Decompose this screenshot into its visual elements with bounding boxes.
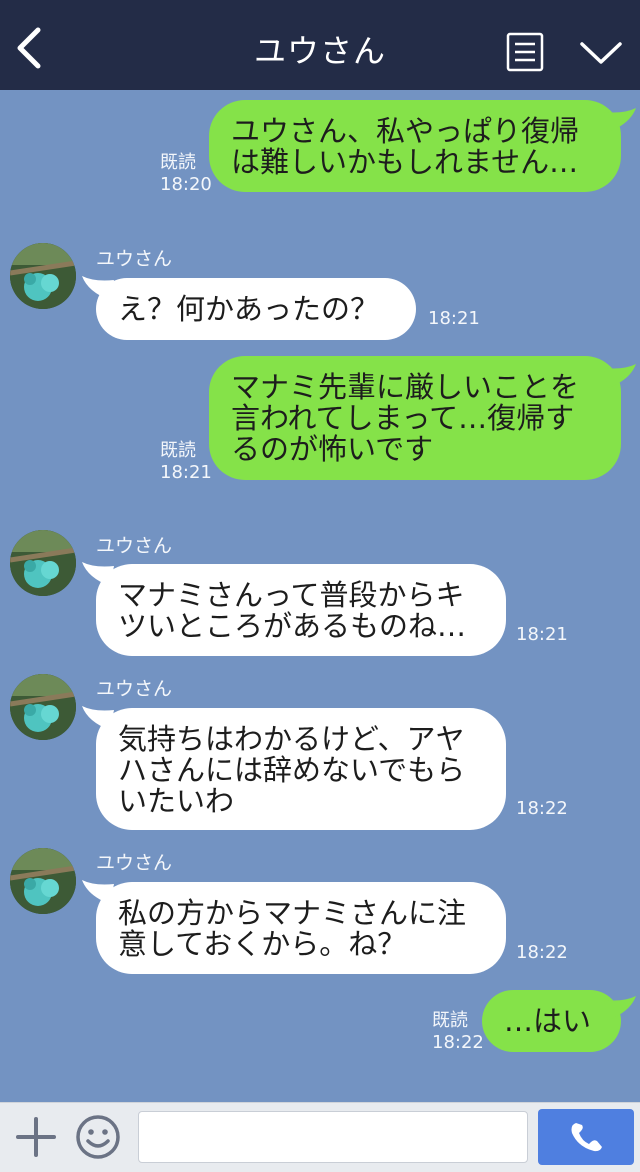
read-label: 既読	[160, 152, 196, 173]
message-text-line: ハさんには辞めないでもら	[118, 753, 466, 787]
outgoing-message-bubble[interactable]: …はい	[482, 990, 621, 1052]
sender-name: ユウさん	[96, 678, 173, 700]
read-label: 既読	[160, 440, 196, 461]
read-receipt: 既読 18:22	[432, 1010, 484, 1054]
message-text-line: ツいところがあるものね…	[118, 609, 467, 643]
message-text-line: 意しておくから。ね？	[118, 927, 407, 961]
message-time: 18:22	[516, 798, 568, 819]
chat-header: ユウさん	[0, 0, 640, 90]
read-receipt: 既読 18:21	[160, 440, 212, 484]
sender-name: ユウさん	[96, 535, 173, 557]
avatar[interactable]	[10, 243, 76, 309]
message-text-line: マナミさんって普段からキ	[118, 578, 465, 612]
message-time: 18:21	[428, 308, 480, 329]
message-text-line: いたいわ	[118, 784, 235, 818]
chat-title: ユウさん	[253, 32, 386, 70]
menu-icon[interactable]	[506, 32, 544, 72]
message-text-line: マナミ先輩に厳しいことを	[231, 370, 580, 404]
message-input[interactable]	[138, 1111, 528, 1163]
incoming-message-bubble[interactable]: マナミさんって普段からキ ツいところがあるものね…	[96, 564, 506, 656]
avatar[interactable]	[10, 530, 76, 596]
smiley-icon[interactable]	[74, 1113, 122, 1161]
call-button[interactable]	[538, 1109, 634, 1165]
incoming-message-bubble[interactable]: 私の方からマナミさんに注 意しておくから。ね？	[96, 882, 506, 974]
bubble-tail	[604, 364, 636, 388]
outgoing-message-bubble[interactable]: マナミ先輩に厳しいことを 言われてしまって…復帰す るのが怖いです	[209, 356, 621, 480]
outgoing-message-bubble[interactable]: ユウさん、私やっぱり復帰 は難しいかもしれません…	[209, 100, 621, 192]
read-receipt: 既読 18:20	[160, 152, 212, 196]
phone-icon	[571, 1123, 602, 1152]
incoming-message-bubble[interactable]: え？何かあったの？	[96, 278, 416, 340]
message-time: 18:22	[516, 942, 568, 963]
message-text-line: は難しいかもしれません…	[231, 145, 579, 179]
bubble-tail	[604, 108, 636, 132]
chevron-down-icon[interactable]	[578, 36, 624, 70]
message-input-bar	[0, 1102, 640, 1172]
read-label: 既読	[432, 1010, 468, 1031]
bubble-tail	[604, 996, 636, 1020]
message-time: 18:20	[160, 174, 212, 195]
plus-icon[interactable]	[14, 1115, 58, 1159]
message-time: 18:21	[160, 462, 212, 483]
avatar[interactable]	[10, 674, 76, 740]
message-text-line: え？何かあったの？	[118, 292, 380, 326]
avatar[interactable]	[10, 848, 76, 914]
message-text-line: …はい	[504, 1004, 592, 1038]
message-text-line: ユウさん、私やっぱり復帰	[231, 114, 580, 148]
message-list[interactable]: 既読 18:20 ユウさん、私やっぱり復帰 は難しいかもしれません… ユウさん …	[0, 90, 640, 1102]
message-text-line: 気持ちはわかるけど、アヤ	[118, 722, 465, 756]
message-text-line: 私の方からマナミさんに注	[118, 896, 467, 930]
sender-name: ユウさん	[96, 248, 173, 270]
sender-name: ユウさん	[96, 852, 173, 874]
message-text-line: るのが怖いです	[231, 432, 434, 466]
incoming-message-bubble[interactable]: 気持ちはわかるけど、アヤ ハさんには辞めないでもら いたいわ	[96, 708, 506, 830]
message-text-line: 言われてしまって…復帰す	[231, 401, 575, 435]
message-time: 18:22	[432, 1032, 484, 1053]
message-time: 18:21	[516, 624, 568, 645]
